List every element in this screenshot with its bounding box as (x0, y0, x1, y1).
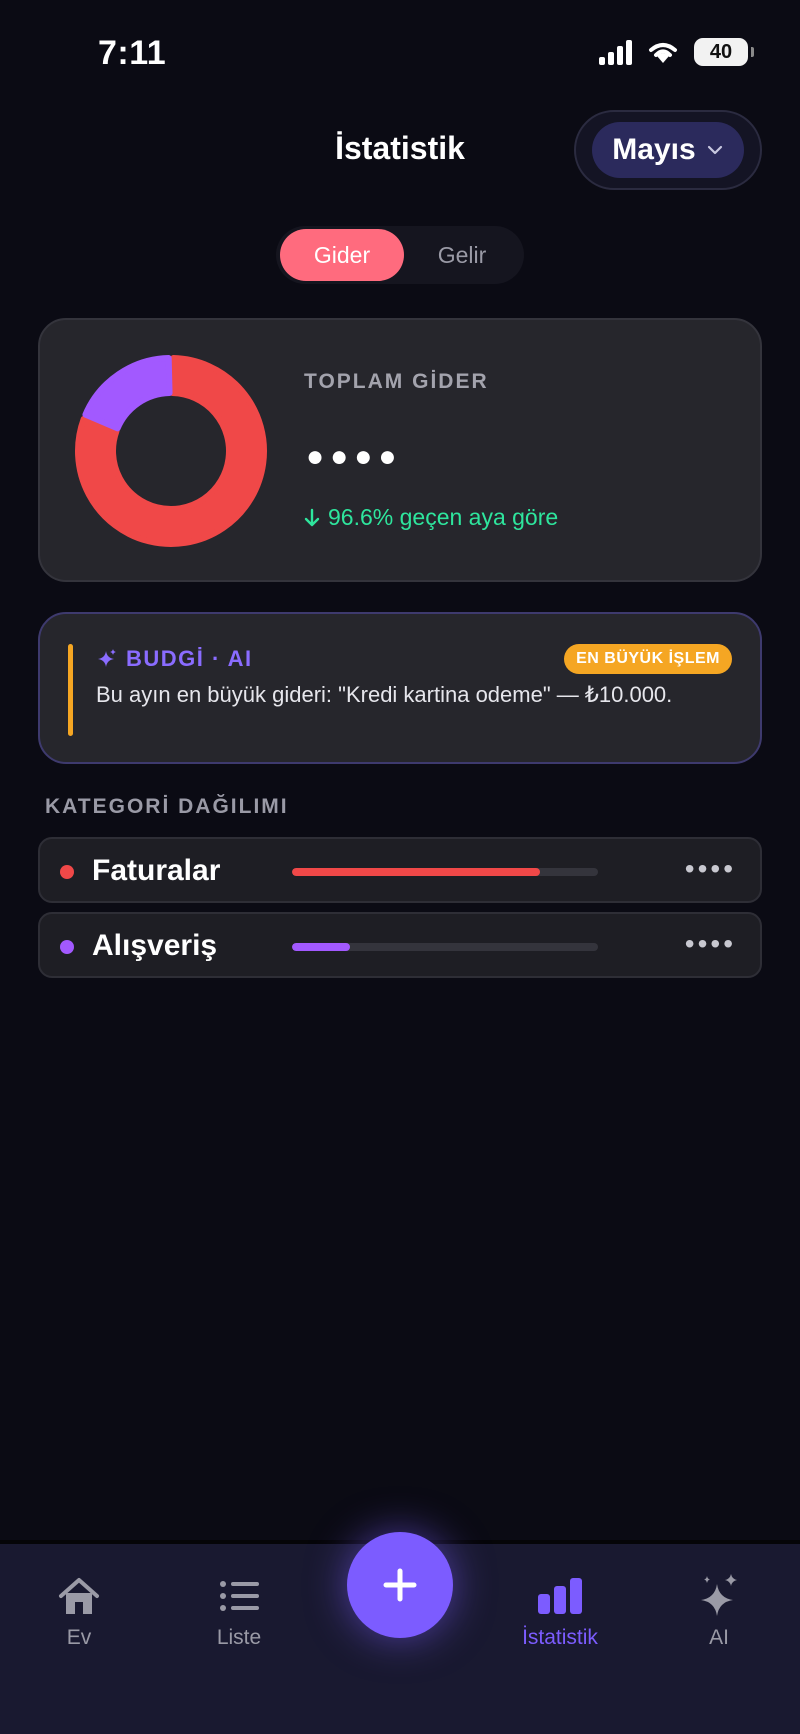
ai-accent-bar (68, 644, 73, 736)
monthly-change: 96.6% geçen aya göre (304, 504, 558, 531)
plus-icon (383, 1568, 417, 1602)
sparkle-icon (701, 1574, 737, 1616)
statistics-screen: 7:11 40 İstatistik Mayıs Gider Gelir TOP… (0, 0, 800, 1734)
type-segmented-control: Gider Gelir (276, 226, 524, 284)
nav-home[interactable]: Ev (19, 1572, 139, 1650)
month-picker-container: Mayıs (574, 110, 762, 190)
ai-card-title: BUDGİ · AI (96, 646, 253, 672)
monthly-change-text: 96.6% geçen aya göre (328, 504, 559, 530)
nav-ai-label: AI (709, 1626, 729, 1649)
month-picker-button[interactable]: Mayıs (592, 122, 744, 178)
add-transaction-button[interactable] (347, 1532, 453, 1638)
list-icon (220, 1581, 259, 1611)
status-icons: 40 (599, 38, 754, 66)
category-progress-track (292, 868, 598, 876)
tab-income[interactable]: Gelir (404, 229, 520, 281)
category-progress-fill (292, 943, 351, 951)
category-progress-fill (292, 868, 540, 876)
tab-expense[interactable]: Gider (280, 229, 404, 281)
nav-ai[interactable]: AI (659, 1572, 779, 1650)
ai-insight-text: Bu ayın en büyük gideri: "Kredi kartina … (96, 682, 673, 707)
bar-chart-icon (538, 1578, 582, 1614)
expense-donut-chart (75, 355, 267, 547)
category-row-alisveris[interactable]: Alışveriş •••• (38, 912, 762, 978)
category-name: Faturalar (92, 854, 221, 887)
largest-transaction-badge: EN BÜYÜK İŞLEM (564, 644, 732, 674)
category-progress-track (292, 943, 598, 951)
category-color-dot (60, 940, 74, 954)
category-name: Alışveriş (92, 929, 218, 962)
category-color-dot (60, 865, 74, 879)
battery-icon: 40 (694, 38, 754, 66)
home-icon (59, 1578, 99, 1614)
cellular-signal-icon (599, 39, 632, 65)
wifi-icon (649, 43, 677, 63)
total-expense-label: TOPLAM GİDER (304, 370, 489, 393)
donut-slice-1 (82, 355, 173, 432)
arrow-down-icon (304, 508, 320, 526)
status-bar: 7:11 40 (0, 0, 800, 110)
ai-card-title-text: BUDGİ · AI (126, 646, 253, 671)
total-expense-card: TOPLAM GİDER ●●●● 96.6% geçen aya göre (38, 318, 762, 582)
sparkle-icon (98, 649, 116, 667)
nav-statistics[interactable]: İstatistik (499, 1572, 621, 1650)
month-label: Mayıs (612, 133, 696, 166)
category-masked-amount: •••• (684, 928, 736, 959)
nav-list-label: Liste (216, 1626, 262, 1649)
category-row-faturalar[interactable]: Faturalar •••• (38, 837, 762, 903)
status-time: 7:11 (98, 34, 167, 72)
ai-insight-card[interactable]: BUDGİ · AI EN BÜYÜK İŞLEM Bu ayın en büy… (38, 612, 762, 764)
total-expense-masked-value: ●●●● (306, 440, 403, 473)
nav-list[interactable]: Liste (179, 1572, 299, 1650)
chevron-down-icon (707, 145, 722, 155)
category-masked-amount: •••• (684, 853, 736, 884)
nav-statistics-label: İstatistik (522, 1626, 598, 1649)
category-distribution-label: KATEGORİ DAĞILIMI (45, 795, 289, 818)
nav-home-label: Ev (66, 1626, 92, 1649)
